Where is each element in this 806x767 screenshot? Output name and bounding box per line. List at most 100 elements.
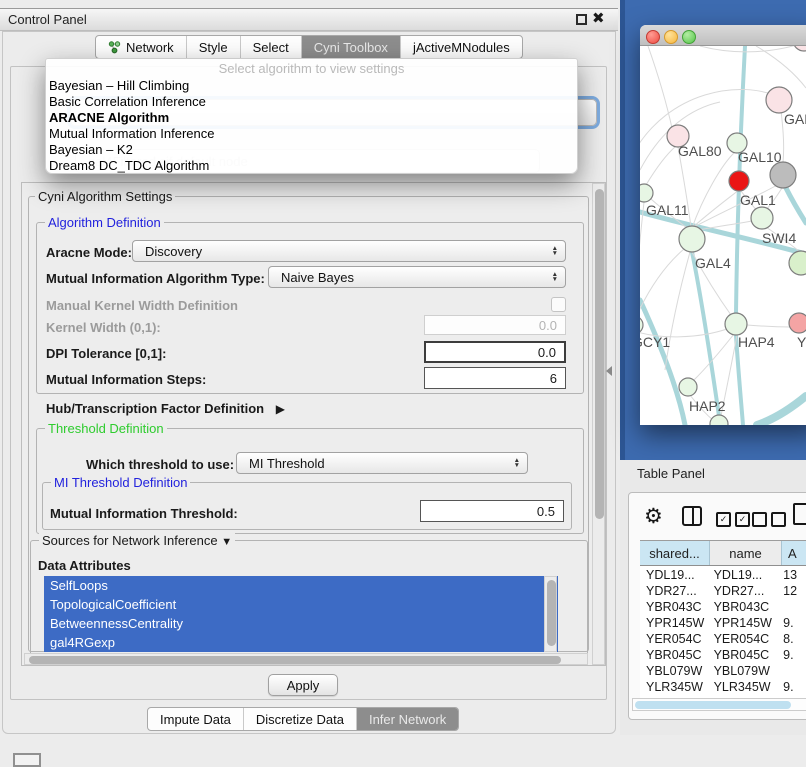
table-row[interactable]: YPR145W YPR145W 9. — [640, 615, 806, 631]
network-node-gal11[interactable] — [640, 184, 653, 202]
dropdown-item[interactable]: Bayesian – Hill Climbing — [46, 78, 577, 94]
columns-icon[interactable] — [682, 506, 702, 526]
network-node-salmon[interactable] — [789, 313, 806, 333]
data-attributes-list: SelfLoops TopologicalCoefficient Between… — [44, 576, 558, 652]
tab-cyni-toolbox[interactable]: Cyni Toolbox — [302, 36, 401, 58]
tab-network[interactable]: Network — [96, 36, 187, 58]
select-all-checkboxes-icon[interactable]: ✓✓ — [716, 512, 750, 527]
node-label: GAL80 — [678, 143, 722, 159]
table-row[interactable]: YBR045C YBR045C 9. — [640, 647, 806, 663]
minimize-traffic-light[interactable] — [664, 30, 678, 44]
kernel-width-label: Kernel Width (0,1): — [46, 320, 161, 335]
manual-kernel-width-label: Manual Kernel Width Definition — [46, 298, 238, 313]
node-label: GAL — [784, 111, 806, 127]
mi-threshold-label: Mutual Information Threshold: — [50, 506, 238, 521]
list-item-selected[interactable]: BetweennessCentrality — [44, 614, 558, 633]
table-row[interactable]: YLR345W YLR345W 9. — [640, 679, 806, 695]
table-horizontal-scrollbar[interactable] — [632, 698, 806, 711]
manual-kernel-width-checkbox[interactable] — [551, 297, 566, 312]
gear-icon[interactable]: ⚙ — [644, 504, 663, 529]
sources-title[interactable]: Sources for Network Inference ▼ — [39, 533, 235, 548]
dropdown-item[interactable]: Bayesian – K2 — [46, 142, 577, 158]
chevron-down-icon: ▼ — [221, 536, 232, 548]
table-row[interactable]: YDL19... YDL19... 13 — [640, 567, 806, 583]
column-header-name[interactable]: name — [710, 541, 782, 565]
network-canvas[interactable]: GAL GAL80 GAL10 GAL1 GAL11 SWI4 GAL4 GCY… — [640, 46, 806, 425]
table-panel-title: Table Panel — [637, 466, 705, 481]
dropdown-placeholder: Select algorithm to view settings — [46, 59, 577, 78]
network-node-gal1[interactable] — [751, 207, 773, 229]
column-header-truncated[interactable]: A — [782, 541, 806, 565]
which-threshold-combo[interactable]: MI Threshold ▲▼ — [236, 452, 528, 474]
node-label: GAL10 — [738, 149, 782, 165]
aracne-mode-label: Aracne Mode: — [46, 245, 132, 260]
mi-steps-field[interactable]: 6 — [424, 367, 566, 389]
network-node-gal4[interactable] — [679, 226, 705, 252]
horizontal-scrollbar[interactable] — [24, 653, 588, 665]
list-item-selected[interactable]: SelfLoops — [44, 576, 558, 595]
node-label: SWI4 — [762, 230, 796, 246]
tab-jactivemnodules[interactable]: jActiveMNodules — [401, 36, 522, 58]
table-row[interactable]: YBL079W YBL079W — [640, 663, 806, 679]
list-item-selected[interactable]: gal4RGexp — [44, 633, 558, 652]
table-row[interactable]: YER054C YER054C 8. — [640, 631, 806, 647]
network-node-gcy1[interactable] — [640, 316, 643, 334]
kernel-width-field[interactable]: 0.0 — [424, 315, 566, 335]
dropdown-item[interactable]: Dream8 DC_TDC Algorithm — [46, 158, 577, 174]
network-node-gray[interactable] — [770, 162, 796, 188]
floating-tool-button[interactable] — [13, 753, 41, 767]
network-node[interactable] — [710, 415, 728, 425]
node-label: GCY1 — [640, 334, 670, 350]
node-label: GAL4 — [695, 255, 731, 271]
network-node-swi4[interactable] — [789, 251, 806, 275]
mi-steps-label: Mutual Information Steps: — [46, 372, 206, 387]
combo-spinner-icon: ▲▼ — [552, 272, 558, 282]
dpi-tolerance-field[interactable]: 0.0 — [424, 341, 566, 363]
mi-threshold-definition-title: MI Threshold Definition — [51, 475, 190, 490]
mi-algorithm-type-combo[interactable]: Naive Bayes ▲▼ — [268, 266, 566, 288]
cyni-algorithm-settings-title: Cyni Algorithm Settings — [35, 189, 175, 204]
apply-button[interactable]: Apply — [268, 674, 338, 696]
node-label: GAL1 — [740, 192, 776, 208]
tab-style[interactable]: Style — [187, 36, 241, 58]
settings-scrollbar[interactable] — [592, 183, 605, 665]
control-panel-title: Control Panel — [8, 12, 87, 27]
close-traffic-light[interactable] — [646, 30, 660, 44]
tab-infer-network[interactable]: Infer Network — [357, 708, 458, 730]
aracne-mode-combo[interactable]: Discovery ▲▼ — [132, 240, 566, 262]
float-window-button[interactable] — [576, 14, 587, 25]
node-label: HAP4 — [738, 334, 775, 350]
network-icon — [108, 41, 121, 54]
tab-discretize-data[interactable]: Discretize Data — [244, 708, 357, 730]
hub-definition-toggle[interactable]: Hub/Transcription Factor Definition ▶ — [46, 401, 285, 416]
data-attributes-label: Data Attributes — [38, 558, 131, 573]
node-label: HAP2 — [689, 398, 726, 414]
mi-algorithm-type-label: Mutual Information Algorithm Type: — [46, 271, 265, 286]
network-node[interactable] — [766, 87, 792, 113]
tab-impute-data[interactable]: Impute Data — [148, 708, 244, 730]
table-row[interactable]: YDR27... YDR27... 12 — [640, 583, 806, 599]
file-icon[interactable] — [793, 503, 806, 525]
zoom-traffic-light[interactable] — [682, 30, 696, 44]
dropdown-item[interactable]: Basic Correlation Inference — [46, 94, 577, 110]
deselect-all-checkboxes-icon[interactable] — [752, 512, 786, 527]
combo-spinner-icon: ▲▼ — [552, 246, 558, 256]
cyni-mode-tabbar: Impute Data Discretize Data Infer Networ… — [147, 707, 459, 731]
network-node-selected-red[interactable] — [729, 171, 749, 191]
close-panel-button[interactable]: ✖ — [592, 9, 605, 27]
list-scrollbar[interactable] — [544, 576, 557, 652]
list-item-selected[interactable]: TopologicalCoefficient — [44, 595, 558, 614]
tab-select[interactable]: Select — [241, 36, 302, 58]
dropdown-item[interactable]: Mutual Information Inference — [46, 126, 577, 142]
split-pane-grip-icon[interactable] — [606, 366, 612, 376]
dropdown-item-highlighted[interactable]: ARACNE Algorithm — [46, 110, 577, 126]
node-table: shared... name A YDL19... YDL19... 13 YD… — [640, 540, 806, 700]
node-label: Y — [797, 334, 806, 350]
network-node[interactable] — [793, 46, 806, 51]
table-row[interactable]: YBR043C YBR043C — [640, 599, 806, 615]
network-node-hap2[interactable] — [679, 378, 697, 396]
mi-threshold-field[interactable]: 0.5 — [420, 500, 564, 522]
chevron-right-icon: ▶ — [276, 402, 285, 416]
column-header-shared-name[interactable]: shared... — [640, 541, 710, 565]
network-node-hap4[interactable] — [725, 313, 747, 335]
